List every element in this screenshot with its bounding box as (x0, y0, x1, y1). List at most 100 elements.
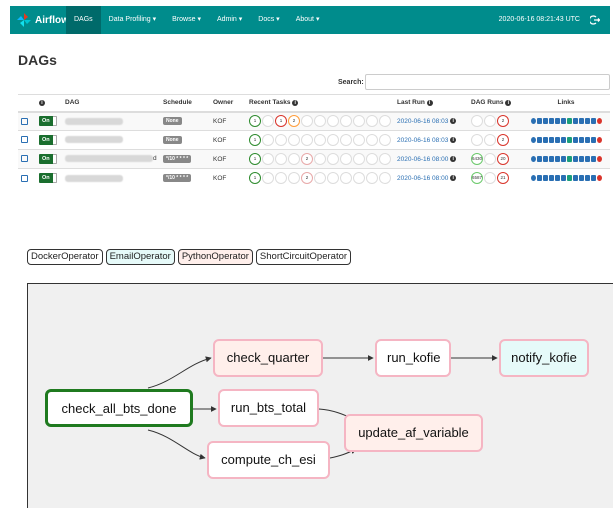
dag-link-icon[interactable] (584, 155, 590, 162)
dag-link-icon[interactable] (536, 175, 542, 182)
dag-link-icon[interactable] (560, 175, 566, 182)
dag-link-icon[interactable] (566, 175, 572, 182)
task-state-circle[interactable] (379, 153, 391, 165)
task-state-circle[interactable] (353, 172, 365, 185)
task-state-circle[interactable] (262, 153, 274, 165)
task-state-circle[interactable] (288, 134, 300, 146)
nav-item-admin[interactable]: Admin ▾ (209, 6, 250, 34)
dag-run-state-circle[interactable] (471, 134, 483, 146)
nav-item-about[interactable]: About ▾ (288, 6, 328, 34)
task-state-circle[interactable] (366, 134, 378, 146)
task-state-circle[interactable] (340, 115, 352, 128)
dag-link-icon[interactable] (566, 136, 572, 143)
task-state-circle[interactable]: 2 (288, 115, 300, 128)
task-state-circle[interactable] (301, 115, 313, 128)
dag-run-state-circle[interactable]: 20 (497, 153, 509, 165)
task-state-circle[interactable] (327, 172, 339, 185)
dag-name-redacted[interactable] (65, 136, 123, 144)
task-state-circle[interactable] (288, 153, 300, 165)
dag-link-icon[interactable] (536, 155, 542, 162)
dag-link-icon[interactable] (530, 136, 536, 143)
task-state-circle[interactable] (314, 153, 326, 165)
dag-link-icon[interactable] (572, 136, 578, 143)
task-state-circle[interactable] (262, 115, 274, 128)
task-state-circle[interactable]: 2 (301, 172, 313, 185)
dag-link-icon[interactable] (554, 175, 560, 182)
task-state-circle[interactable] (275, 172, 287, 185)
node-check_all_bts_done[interactable]: check_all_bts_done (45, 389, 193, 427)
edit-icon[interactable] (21, 174, 28, 182)
dag-run-state-circle[interactable] (471, 115, 483, 128)
dag-link-icon[interactable] (560, 155, 566, 162)
dag-link-icon[interactable] (554, 155, 560, 162)
last-run-link[interactable]: 2020-06-16 08:03 (397, 118, 448, 125)
dag-name-redacted[interactable] (65, 117, 123, 125)
dag-toggle[interactable]: On (39, 154, 57, 164)
dag-link-icon[interactable] (596, 118, 602, 125)
task-state-circle[interactable]: 1 (249, 153, 261, 165)
task-state-circle[interactable] (275, 134, 287, 146)
dag-link-icon[interactable] (536, 136, 542, 143)
dag-link-icon[interactable] (578, 155, 584, 162)
col-owner[interactable]: Owner (210, 94, 246, 113)
task-state-circle[interactable] (366, 115, 378, 128)
dag-link-icon[interactable] (584, 118, 590, 125)
nav-item-data-profiling[interactable]: Data Profiling ▾ (101, 6, 164, 34)
task-state-circle[interactable] (301, 134, 313, 146)
dag-link-icon[interactable] (572, 175, 578, 182)
dag-run-state-circle[interactable] (484, 115, 496, 128)
dag-run-state-circle[interactable] (484, 153, 496, 165)
task-state-circle[interactable] (353, 153, 365, 165)
col-dag[interactable]: DAG (62, 94, 160, 113)
task-state-circle[interactable] (327, 153, 339, 165)
task-state-circle[interactable] (275, 153, 287, 165)
logout-icon[interactable] (590, 15, 600, 25)
dag-link-icon[interactable] (536, 118, 542, 125)
task-state-circle[interactable] (327, 115, 339, 128)
task-state-circle[interactable] (366, 153, 378, 165)
task-state-circle[interactable] (366, 172, 378, 185)
dag-link-icon[interactable] (596, 175, 602, 182)
dag-link-icon[interactable] (548, 118, 554, 125)
task-state-circle[interactable] (262, 134, 274, 146)
dag-run-state-circle[interactable] (484, 134, 496, 146)
dag-link-icon[interactable] (572, 118, 578, 125)
dag-link-icon[interactable] (548, 136, 554, 143)
task-state-circle[interactable] (314, 115, 326, 128)
task-state-circle[interactable]: 2 (301, 153, 313, 165)
last-run-link[interactable]: 2020-06-16 08:00 (397, 156, 448, 163)
dag-link-icon[interactable] (542, 175, 548, 182)
dag-toggle[interactable]: On (39, 135, 57, 145)
edit-icon[interactable] (21, 136, 28, 144)
dag-link-icon[interactable] (578, 175, 584, 182)
node-run_kofie[interactable]: run_kofie (375, 339, 451, 377)
dag-run-state-circle[interactable]: 6587 (471, 172, 483, 185)
task-state-circle[interactable] (353, 134, 365, 146)
dag-name-redacted[interactable] (65, 155, 153, 163)
edit-icon[interactable] (21, 117, 28, 125)
dag-link-icon[interactable] (560, 118, 566, 125)
dag-link-icon[interactable] (578, 136, 584, 143)
task-state-circle[interactable] (379, 115, 391, 128)
task-state-circle[interactable] (340, 172, 352, 185)
task-state-circle[interactable] (314, 172, 326, 185)
dag-link-icon[interactable] (572, 155, 578, 162)
dag-run-state-circle[interactable]: 2 (497, 134, 509, 146)
dag-link-icon[interactable] (542, 136, 548, 143)
task-state-circle[interactable] (314, 134, 326, 146)
search-input[interactable] (365, 74, 610, 90)
dag-link-icon[interactable] (554, 118, 560, 125)
dag-link-icon[interactable] (530, 175, 536, 182)
brand[interactable]: Airflow (16, 12, 69, 28)
dag-toggle[interactable]: On (39, 116, 57, 127)
dag-link-icon[interactable] (584, 136, 590, 143)
task-state-circle[interactable] (288, 172, 300, 185)
dag-link-icon[interactable] (566, 118, 572, 125)
dag-run-state-circle[interactable]: 6430 (471, 153, 483, 165)
dag-run-state-circle[interactable] (484, 172, 496, 185)
dag-link-icon[interactable] (590, 136, 596, 143)
col-schedule[interactable]: Schedule (160, 94, 210, 113)
dag-run-state-circle[interactable]: 21 (497, 172, 509, 185)
dag-link-icon[interactable] (542, 155, 548, 162)
last-run-link[interactable]: 2020-06-16 08:03 (397, 137, 448, 144)
